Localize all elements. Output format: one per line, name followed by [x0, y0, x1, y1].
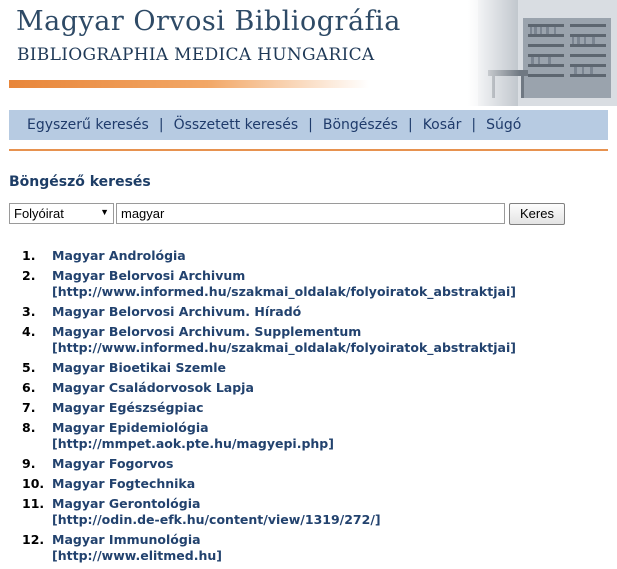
- result-title-link[interactable]: Magyar Belorvosi Archivum. Supplementum: [52, 324, 617, 340]
- result-item: 9. Magyar Fogorvos: [0, 456, 617, 472]
- result-item: 12. Magyar Immunológia [http://www.elitm…: [0, 532, 617, 564]
- nav-separator: |: [471, 117, 477, 133]
- result-item: 5. Magyar Bioetikai Szemle: [0, 360, 617, 376]
- result-item: 8. Magyar Epidemiológia [http://mmpet.ao…: [0, 420, 617, 452]
- result-number: 12.: [22, 532, 45, 547]
- results-list: 1. Magyar Andrológia 2. Magyar Belorvosi…: [0, 248, 617, 568]
- result-title-link[interactable]: Magyar Belorvosi Archivum: [52, 268, 617, 284]
- search-button[interactable]: Keres: [509, 203, 565, 225]
- result-title-link[interactable]: Magyar Gerontológia: [52, 496, 617, 512]
- result-item: 2. Magyar Belorvosi Archivum [http://www…: [0, 268, 617, 300]
- result-number: 9.: [22, 456, 36, 471]
- result-number: 2.: [22, 268, 36, 283]
- result-number: 11.: [22, 496, 45, 511]
- result-title-link[interactable]: Magyar Fogorvos: [52, 456, 617, 472]
- result-title-link[interactable]: Magyar Belorvosi Archivum. Híradó: [52, 304, 617, 320]
- nav-separator: |: [407, 117, 413, 133]
- nav-separator: |: [308, 117, 313, 133]
- nav-divider: [9, 149, 608, 151]
- result-title-link[interactable]: Magyar Bioetikai Szemle: [52, 360, 617, 376]
- nav-separator: |: [158, 117, 164, 133]
- nav-cart[interactable]: Kosár: [423, 117, 462, 133]
- result-title-link[interactable]: Magyar Fogtechnika: [52, 476, 617, 492]
- result-url-link[interactable]: [http://mmpet.aok.pte.hu/magyepi.php]: [52, 436, 617, 452]
- result-item: 11. Magyar Gerontológia [http://odin.de-…: [0, 496, 617, 528]
- result-item: 7. Magyar Egészségpiac: [0, 400, 617, 416]
- nav-simple-search[interactable]: Egyszerű keresés: [27, 117, 149, 133]
- result-url-link[interactable]: [http://www.informed.hu/szakmai_oldalak/…: [52, 340, 617, 356]
- search-input[interactable]: magyar: [116, 203, 505, 224]
- site-subtitle: BIBLIOGRAPHIA MEDICA HUNGARICA: [17, 45, 375, 65]
- site-title: Magyar Orvosi Bibliográfia: [16, 6, 401, 37]
- site-header: Magyar Orvosi Bibliográfia BIBLIOGRAPHIA…: [0, 0, 617, 108]
- result-item: 10. Magyar Fogtechnika: [0, 476, 617, 492]
- result-url-link[interactable]: [http://www.elitmed.hu]: [52, 548, 617, 564]
- result-url-link[interactable]: [http://odin.de-efk.hu/content/view/1319…: [52, 512, 617, 528]
- library-photo: [468, 0, 617, 106]
- search-type-value: Folyóirat: [14, 206, 64, 221]
- result-item: 6. Magyar Családorvosok Lapja: [0, 380, 617, 396]
- result-number: 6.: [22, 380, 36, 395]
- result-item: 1. Magyar Andrológia: [0, 248, 617, 264]
- title-underline: [9, 80, 369, 88]
- result-title-link[interactable]: Magyar Immunológia: [52, 532, 617, 548]
- chevron-down-icon: ▼: [100, 207, 109, 217]
- result-title-link[interactable]: Magyar Epidemiológia: [52, 420, 617, 436]
- result-number: 7.: [22, 400, 36, 415]
- result-number: 8.: [22, 420, 36, 435]
- result-title-link[interactable]: Magyar Egészségpiac: [52, 400, 617, 416]
- result-title-link[interactable]: Magyar Andrológia: [52, 248, 617, 264]
- nav-help[interactable]: Súgó: [486, 117, 521, 133]
- result-url-link[interactable]: [http://www.informed.hu/szakmai_oldalak/…: [52, 284, 617, 300]
- result-number: 1.: [22, 248, 36, 263]
- result-number: 3.: [22, 304, 36, 319]
- nav-advanced-search[interactable]: Összetett keresés: [174, 117, 299, 133]
- search-type-select[interactable]: Folyóirat ▼: [9, 203, 114, 224]
- page-title: Böngésző keresés: [9, 174, 151, 190]
- result-number: 5.: [22, 360, 36, 375]
- result-item: 3. Magyar Belorvosi Archivum. Híradó: [0, 304, 617, 320]
- result-number: 4.: [22, 324, 36, 339]
- result-title-link[interactable]: Magyar Családorvosok Lapja: [52, 380, 617, 396]
- result-number: 10.: [22, 476, 45, 491]
- nav-browse[interactable]: Böngészés: [323, 117, 398, 133]
- main-nav: Egyszerű keresés | Összetett keresés | B…: [9, 110, 608, 140]
- result-item: 4. Magyar Belorvosi Archivum. Supplement…: [0, 324, 617, 356]
